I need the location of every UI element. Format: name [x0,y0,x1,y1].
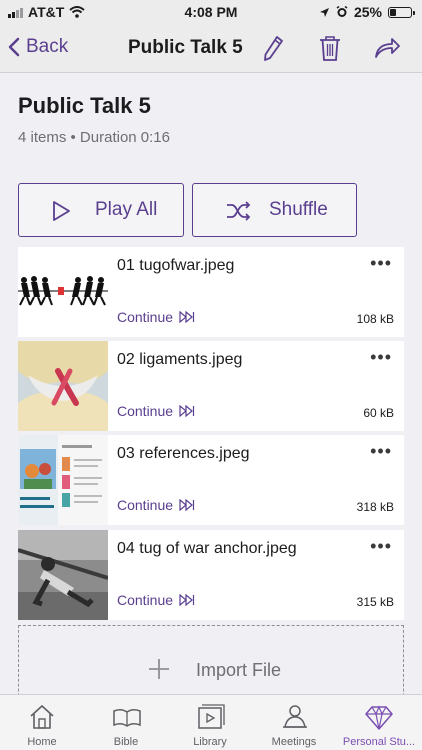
play-all-button[interactable]: Play All [18,183,184,237]
share-forward-icon[interactable] [372,33,402,63]
continue-link[interactable]: Continue [117,403,195,419]
battery-percent: 25% [353,4,382,20]
tab-meetings[interactable]: Meetings [252,695,336,750]
more-options-button[interactable]: ••• [370,347,392,368]
continue-link[interactable]: Continue [117,497,195,513]
page-subtitle: 4 items • Duration 0:16 [18,129,170,146]
tab-label: Home [27,736,57,748]
continue-label: Continue [117,403,174,419]
home-icon [30,704,54,729]
edit-pencil-icon[interactable] [258,33,288,63]
play-icon [53,201,70,221]
shuffle-button[interactable]: Shuffle [192,183,357,237]
tab-bar: Home Bible Library Meetings Personal Stu… [0,694,422,750]
file-size: 315 kB [356,595,394,609]
diamond-icon [365,705,393,730]
tab-label: Library [193,736,227,748]
item-name: 01 tugofwar.jpeg [117,257,235,274]
thumbnail-tug-of-war [18,247,108,337]
shuffle-icon [227,201,251,221]
thumbnail-tug-of-war-anchor [18,530,108,620]
more-options-button[interactable]: ••• [370,536,392,557]
list-item[interactable]: 02 ligaments.jpeg ••• Continue 60 kB [18,341,404,431]
trash-icon[interactable] [315,33,345,63]
library-icon [198,704,225,729]
more-options-button[interactable]: ••• [370,441,392,462]
alarm-icon [336,6,348,17]
status-bar: AT&T 4:08 PM 25% [0,0,422,24]
play-all-label: Play All [95,199,158,220]
battery-icon [388,6,415,18]
continue-icon [179,499,195,511]
continue-icon [179,594,195,606]
file-size: 318 kB [356,500,394,514]
tab-library[interactable]: Library [168,695,252,750]
tab-personal-study[interactable]: Personal Stu... [336,695,422,750]
continue-link[interactable]: Continue [117,309,195,325]
item-name: 03 references.jpeg [117,445,250,462]
tab-label: Bible [113,736,139,748]
thumbnail-references [18,435,108,525]
shuffle-label: Shuffle [269,199,328,220]
tab-label: Personal Stu... [342,736,416,748]
tab-home[interactable]: Home [0,695,84,750]
continue-icon [179,405,195,417]
nav-title: Public Talk 5 [128,37,243,58]
meetings-icon [283,705,307,728]
continue-link[interactable]: Continue [117,592,195,608]
tab-label: Meetings [271,736,317,748]
more-options-button[interactable]: ••• [370,253,392,274]
back-label: Back [26,36,69,57]
thumbnail-ligaments [18,341,108,431]
file-size: 108 kB [356,312,394,326]
import-file-label: Import File [196,660,282,680]
bible-icon [113,708,141,727]
page-title: Public Talk 5 [18,93,151,118]
list-item[interactable]: 03 references.jpeg ••• Continue 318 kB [18,435,404,525]
location-icon [319,7,329,17]
back-button[interactable]: Back [8,36,68,58]
continue-label: Continue [117,497,174,513]
chevron-left-icon [8,37,20,57]
continue-icon [179,311,195,323]
item-name: 02 ligaments.jpeg [117,351,243,368]
continue-label: Continue [117,309,174,325]
file-size: 60 kB [363,406,394,420]
plus-icon [149,659,169,679]
tab-bible[interactable]: Bible [84,695,168,750]
continue-label: Continue [117,592,174,608]
nav-bar: Back Public Talk 5 [0,24,422,73]
list-item[interactable]: 04 tug of war anchor.jpeg ••• Continue 3… [18,530,404,620]
item-name: 04 tug of war anchor.jpeg [117,540,297,557]
list-item[interactable]: 01 tugofwar.jpeg ••• Continue 108 kB [18,247,404,337]
